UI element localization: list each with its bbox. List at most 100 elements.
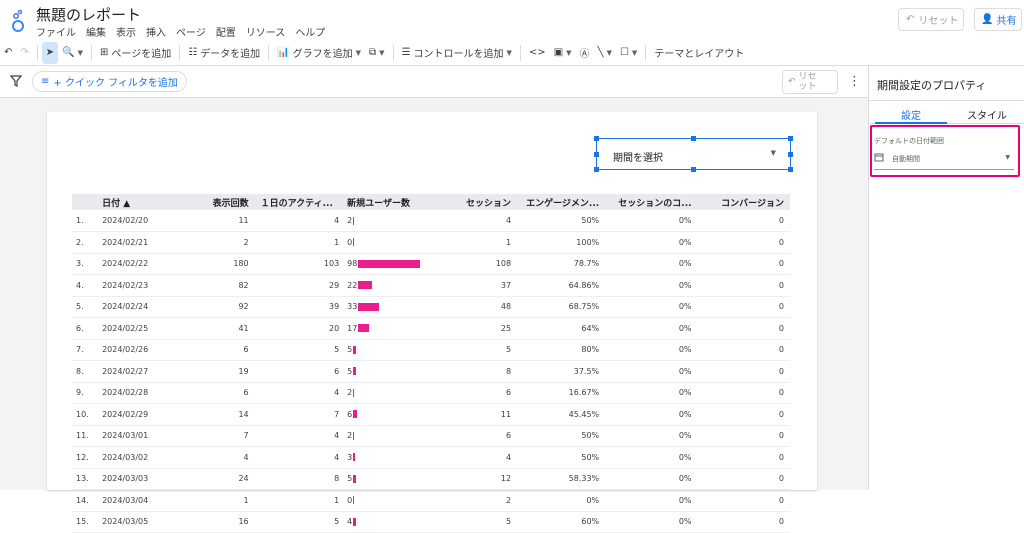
table-row[interactable]: 13. 2024/03/03 24 8 5 12 58.33% 0% 0 — [72, 468, 790, 490]
cell-conversions: 0 — [697, 317, 790, 340]
default-range-select[interactable]: 自動期間 ▼ — [874, 150, 1014, 168]
cell-conversions: 0 — [697, 511, 790, 533]
more-options-icon[interactable]: ⋮ — [848, 74, 861, 89]
table-row[interactable]: 2. 2024/02/21 2 1 0 1 100% 0% 0 — [72, 231, 790, 254]
new-users-bar — [353, 388, 355, 397]
resize-handle[interactable] — [788, 136, 793, 141]
resize-handle[interactable] — [594, 167, 599, 172]
cell-active-users: 103 — [254, 253, 346, 275]
menu-help[interactable]: ヘルプ — [295, 24, 325, 39]
new-users-bar — [353, 238, 355, 247]
table-header-row: 日付 ▲ 表示回数 １日のアクティ... 新規ユーザー数 セッション エンゲージ… — [72, 194, 790, 210]
date-range-control[interactable]: 期間を選択 ▼ — [596, 138, 791, 170]
reset-view-label-line1: リセ — [798, 72, 817, 82]
menu-arrange[interactable]: 配置 — [216, 24, 236, 39]
cell-date: 2024/03/04 — [102, 489, 189, 512]
zoom-button[interactable]: 🔍 ▼ — [58, 42, 87, 64]
cell-new-users: 4 — [345, 511, 453, 533]
chevron-down-icon: ▼ — [566, 48, 572, 57]
column-header-date[interactable]: 日付 ▲ — [102, 194, 189, 210]
new-users-value: 2 — [347, 431, 353, 441]
column-header-conversions[interactable]: コンバージョン — [697, 194, 790, 210]
menu-file[interactable]: ファイル — [36, 24, 76, 39]
column-header-new-users[interactable]: 新規ユーザー数 — [345, 194, 453, 210]
table-row[interactable]: 5. 2024/02/24 92 39 33 48 68.75% 0% 0 — [72, 296, 790, 318]
cell-active-users: 1 — [254, 231, 346, 254]
cell-session-conv: 0% — [605, 489, 698, 512]
add-control-button[interactable]: ☰ コントロールを追加 ▼ — [398, 42, 516, 64]
column-header-session-conv[interactable]: セッションのコ... — [605, 194, 698, 210]
menu-page[interactable]: ページ — [176, 24, 206, 39]
resize-handle[interactable] — [691, 136, 696, 141]
table-row[interactable]: 3. 2024/02/22 180 103 98 108 78.7% 0% 0 — [72, 253, 790, 275]
redo-button[interactable]: ↷ — [16, 42, 32, 64]
add-page-button[interactable]: ⊞ ページを追加 — [96, 42, 175, 64]
cell-date: 2024/02/28 — [102, 382, 189, 404]
embed-url-button[interactable]: <> — [525, 42, 550, 64]
cell-views: 41 — [188, 317, 255, 340]
row-index: 12. — [72, 446, 103, 469]
share-button[interactable]: 👤 共有 — [974, 8, 1022, 31]
table-row[interactable]: 12. 2024/03/02 4 4 3 4 50% 0% 0 — [72, 446, 790, 469]
table-row[interactable]: 1. 2024/02/20 11 4 2 4 50% 0% 0 — [72, 210, 790, 232]
table-row[interactable]: 10. 2024/02/29 14 7 6 11 45.45% 0% 0 — [72, 403, 790, 426]
table-row[interactable]: 7. 2024/02/26 6 5 5 5 80% 0% 0 — [72, 339, 790, 361]
row-index: 2. — [72, 231, 103, 254]
cell-date: 2024/02/24 — [102, 296, 189, 318]
report-title[interactable]: 無題のレポート — [36, 4, 141, 25]
resize-handle[interactable] — [788, 152, 793, 157]
menu-resource[interactable]: リソース — [246, 24, 286, 39]
column-header-sessions[interactable]: セッション — [452, 194, 518, 210]
row-index: 11. — [72, 425, 103, 447]
resize-handle[interactable] — [691, 167, 696, 172]
resize-handle[interactable] — [594, 152, 599, 157]
cell-sessions: 4 — [452, 210, 518, 232]
community-viz-button[interactable]: ⧉ ▼ — [365, 42, 389, 64]
cell-sessions: 25 — [452, 317, 518, 340]
column-header-engagement[interactable]: エンゲージメン... — [517, 194, 606, 210]
cell-sessions: 12 — [452, 468, 518, 490]
cell-engagement: 58.33% — [517, 468, 606, 490]
table-row[interactable]: 15. 2024/03/05 16 5 4 5 60% 0% 0 — [72, 511, 790, 533]
image-button[interactable]: ▣ ▼ — [550, 42, 576, 64]
theme-layout-button[interactable]: テーマとレイアウト — [650, 42, 748, 64]
row-index: 7. — [72, 339, 103, 361]
tab-setup[interactable]: 設定 — [901, 107, 921, 122]
new-users-value: 0 — [347, 495, 353, 505]
filter-icon[interactable] — [10, 75, 22, 87]
add-chart-button[interactable]: 📊 グラフを追加 ▼ — [273, 42, 365, 64]
table-row[interactable]: 11. 2024/03/01 7 4 2 6 50% 0% 0 — [72, 425, 790, 447]
table-row[interactable]: 4. 2024/02/23 82 29 22 37 64.86% 0% 0 — [72, 274, 790, 297]
reset-button[interactable]: ↶ リセット — [898, 8, 964, 31]
calendar-icon — [874, 153, 884, 162]
resize-handle[interactable] — [788, 167, 793, 172]
column-header-views[interactable]: 表示回数 — [188, 194, 255, 210]
quick-filter-button[interactable]: ≡ + クイック フィルタを追加 — [32, 71, 187, 92]
select-tool-button[interactable]: ➤ — [41, 41, 59, 64]
new-users-value: 2 — [347, 388, 353, 398]
menu-insert[interactable]: 挿入 — [146, 24, 166, 39]
cell-date: 2024/02/27 — [102, 360, 189, 383]
table-row[interactable]: 14. 2024/03/04 1 1 0 2 0% 0% 0 — [72, 489, 790, 512]
cell-active-users: 39 — [254, 296, 346, 318]
chevron-down-icon: ▼ — [355, 48, 362, 57]
line-button[interactable]: ╲ ▼ — [594, 42, 616, 64]
table-row[interactable]: 8. 2024/02/27 19 6 5 8 37.5% 0% 0 — [72, 360, 790, 383]
cell-new-users: 0 — [345, 489, 453, 512]
text-button[interactable]: Ⓐ — [576, 42, 594, 64]
resize-handle[interactable] — [594, 136, 599, 141]
tab-style[interactable]: スタイル — [967, 107, 1007, 122]
add-data-button[interactable]: ☷ データを追加 — [184, 42, 264, 64]
shape-button[interactable]: ☐ ▼ — [616, 42, 641, 64]
undo-button[interactable]: ↶ — [0, 42, 16, 64]
row-index: 14. — [72, 489, 103, 512]
cell-engagement: 60% — [517, 511, 606, 533]
table-row[interactable]: 6. 2024/02/25 41 20 17 25 64% 0% 0 — [72, 317, 790, 340]
column-header-active-users[interactable]: １日のアクティ... — [254, 194, 346, 210]
reset-view-button[interactable]: ↶ リセ ット — [782, 70, 838, 94]
menu-edit[interactable]: 編集 — [86, 24, 106, 39]
table-row[interactable]: 9. 2024/02/28 6 4 2 6 16.67% 0% 0 — [72, 382, 790, 404]
row-index: 1. — [72, 210, 103, 232]
menu-view[interactable]: 表示 — [116, 24, 136, 39]
cell-conversions: 0 — [697, 274, 790, 297]
